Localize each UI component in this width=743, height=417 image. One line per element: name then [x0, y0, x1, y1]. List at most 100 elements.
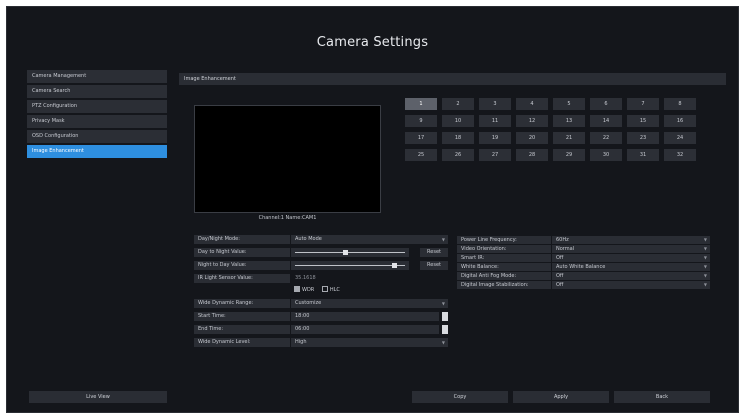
day-to-night-slider[interactable] [291, 248, 409, 257]
channel-cell-5[interactable]: 5 [553, 98, 585, 110]
channel-cell-30[interactable]: 30 [590, 149, 622, 161]
channel-cell-16[interactable]: 16 [664, 115, 696, 127]
start-time-input[interactable]: 18:00 [291, 312, 439, 321]
right-setting-label: White Balance: [457, 263, 551, 271]
right-setting-label: Video Orientation: [457, 245, 551, 253]
channel-cell-28[interactable]: 28 [516, 149, 548, 161]
channel-cell-1[interactable]: 1 [405, 98, 437, 110]
channel-cell-24[interactable]: 24 [664, 132, 696, 144]
right-setting-value: Off [556, 282, 564, 288]
slider-track [295, 265, 405, 266]
channel-cell-13[interactable]: 13 [553, 115, 585, 127]
night-to-day-label: Night to Day Value: [194, 261, 290, 270]
night-to-day-slider[interactable] [291, 261, 409, 270]
chevron-down-icon: ▼ [703, 282, 707, 287]
wdr-level-row: Wide Dynamic Level: High ▼ [194, 338, 448, 347]
menu-item-image-enhancement[interactable]: Image Enhancement [27, 145, 167, 158]
copy-button[interactable]: Copy [412, 391, 508, 403]
channel-cell-32[interactable]: 32 [664, 149, 696, 161]
right-setting-value: Off [556, 255, 564, 261]
channel-cell-7[interactable]: 7 [627, 98, 659, 110]
day-to-night-row: Day to Night Value: Reset [194, 248, 448, 257]
slider-track [295, 252, 405, 253]
end-time-label: End Time: [194, 325, 290, 334]
apply-button[interactable]: Apply [513, 391, 609, 403]
channel-cell-20[interactable]: 20 [516, 132, 548, 144]
channel-cell-18[interactable]: 18 [442, 132, 474, 144]
right-setting-row: Video Orientation: Normal ▼ [457, 245, 710, 254]
page-title: Camera Settings [316, 35, 429, 50]
channel-cell-25[interactable]: 25 [405, 149, 437, 161]
channel-grid: 1 2 3 4 5 6 7 8 9 10 11 12 13 14 15 16 17 18 19 20 21 22 23 24 2… [405, 98, 710, 161]
night-to-day-reset-button[interactable]: Reset [420, 261, 448, 270]
day-night-mode-select[interactable]: Auto Mode ▼ [291, 235, 448, 244]
channel-cell-15[interactable]: 15 [627, 115, 659, 127]
wdr-hlc-row: WDR HLC [294, 285, 414, 295]
channel-cell-17[interactable]: 17 [405, 132, 437, 144]
channel-cell-4[interactable]: 4 [516, 98, 548, 110]
end-time-row: End Time: 06:00 [194, 325, 448, 334]
right-setting-select[interactable]: Auto White Balance ▼ [552, 263, 710, 271]
right-setting-select[interactable]: Off ▼ [552, 272, 710, 280]
channel-cell-2[interactable]: 2 [442, 98, 474, 110]
right-setting-label: Power Line Frequency: [457, 236, 551, 244]
preview-caption: Channel:1 Name:CAM1 [258, 215, 317, 221]
right-setting-select[interactable]: Off ▼ [552, 254, 710, 262]
wdr-checkbox[interactable]: WDR [294, 285, 315, 293]
end-time-value: 06:00 [295, 326, 310, 332]
chevron-down-icon: ▼ [703, 264, 707, 269]
menu-item-camera-management[interactable]: Camera Management [27, 70, 167, 83]
channel-cell-10[interactable]: 10 [442, 115, 474, 127]
right-setting-row: Digital Anti Fog Mode: Off ▼ [457, 272, 710, 281]
wdr-level-select[interactable]: High ▼ [291, 338, 448, 347]
slider-thumb[interactable] [392, 263, 397, 268]
channel-cell-29[interactable]: 29 [553, 149, 585, 161]
start-time-label: Start Time: [194, 312, 290, 321]
channel-cell-27[interactable]: 27 [479, 149, 511, 161]
channel-cell-3[interactable]: 3 [479, 98, 511, 110]
channel-cell-26[interactable]: 26 [442, 149, 474, 161]
end-time-input[interactable]: 06:00 [291, 325, 439, 334]
channel-cell-14[interactable]: 14 [590, 115, 622, 127]
ir-sensor-row: IR Light Sensor Value: 35.1618 [194, 274, 448, 283]
right-setting-select[interactable]: Normal ▼ [552, 245, 710, 253]
wdr-range-select[interactable]: Customize ▼ [291, 299, 448, 308]
channel-cell-6[interactable]: 6 [590, 98, 622, 110]
hlc-label: HLC [329, 287, 340, 293]
channel-cell-22[interactable]: 22 [590, 132, 622, 144]
channel-cell-19[interactable]: 19 [479, 132, 511, 144]
menu-item-osd-configuration[interactable]: OSD Configuration [27, 130, 167, 143]
slider-thumb[interactable] [342, 250, 348, 255]
wdr-label: WDR [302, 287, 315, 293]
end-time-spinner[interactable] [442, 325, 448, 334]
day-to-night-reset-button[interactable]: Reset [420, 248, 448, 257]
menu-item-camera-search[interactable]: Camera Search [27, 85, 167, 98]
sidebar-menu: Camera Management Camera Search PTZ Conf… [27, 70, 167, 160]
menu-item-privacy-mask[interactable]: Privacy Mask [27, 115, 167, 128]
chevron-down-icon: ▼ [703, 237, 707, 242]
right-setting-label: Digital Anti Fog Mode: [457, 272, 551, 280]
channel-cell-21[interactable]: 21 [553, 132, 585, 144]
right-setting-select[interactable]: 60Hz ▼ [552, 236, 710, 244]
channel-cell-12[interactable]: 12 [516, 115, 548, 127]
back-button[interactable]: Back [614, 391, 710, 403]
wdr-range-value: Customize [295, 300, 322, 306]
right-setting-value: 60Hz [556, 237, 569, 243]
channel-cell-23[interactable]: 23 [627, 132, 659, 144]
checkbox-icon [321, 285, 328, 292]
chevron-down-icon: ▼ [703, 255, 707, 260]
channel-cell-31[interactable]: 31 [627, 149, 659, 161]
right-setting-select[interactable]: Off ▼ [552, 281, 710, 289]
live-view-button[interactable]: Live View [29, 391, 167, 403]
right-setting-row: White Balance: Auto White Balance ▼ [457, 263, 710, 272]
day-night-mode-value: Auto Mode [295, 236, 322, 242]
channel-cell-11[interactable]: 11 [479, 115, 511, 127]
wdr-range-row: Wide Dynamic Range: Customize ▼ [194, 299, 448, 308]
channel-cell-8[interactable]: 8 [664, 98, 696, 110]
menu-item-ptz-configuration[interactable]: PTZ Configuration [27, 100, 167, 113]
wdr-range-label: Wide Dynamic Range: [194, 299, 290, 308]
start-time-spinner[interactable] [442, 312, 448, 321]
settings-window: Camera Settings Camera Management Camera… [6, 6, 739, 413]
hlc-checkbox[interactable]: HLC [321, 285, 340, 293]
channel-cell-9[interactable]: 9 [405, 115, 437, 127]
